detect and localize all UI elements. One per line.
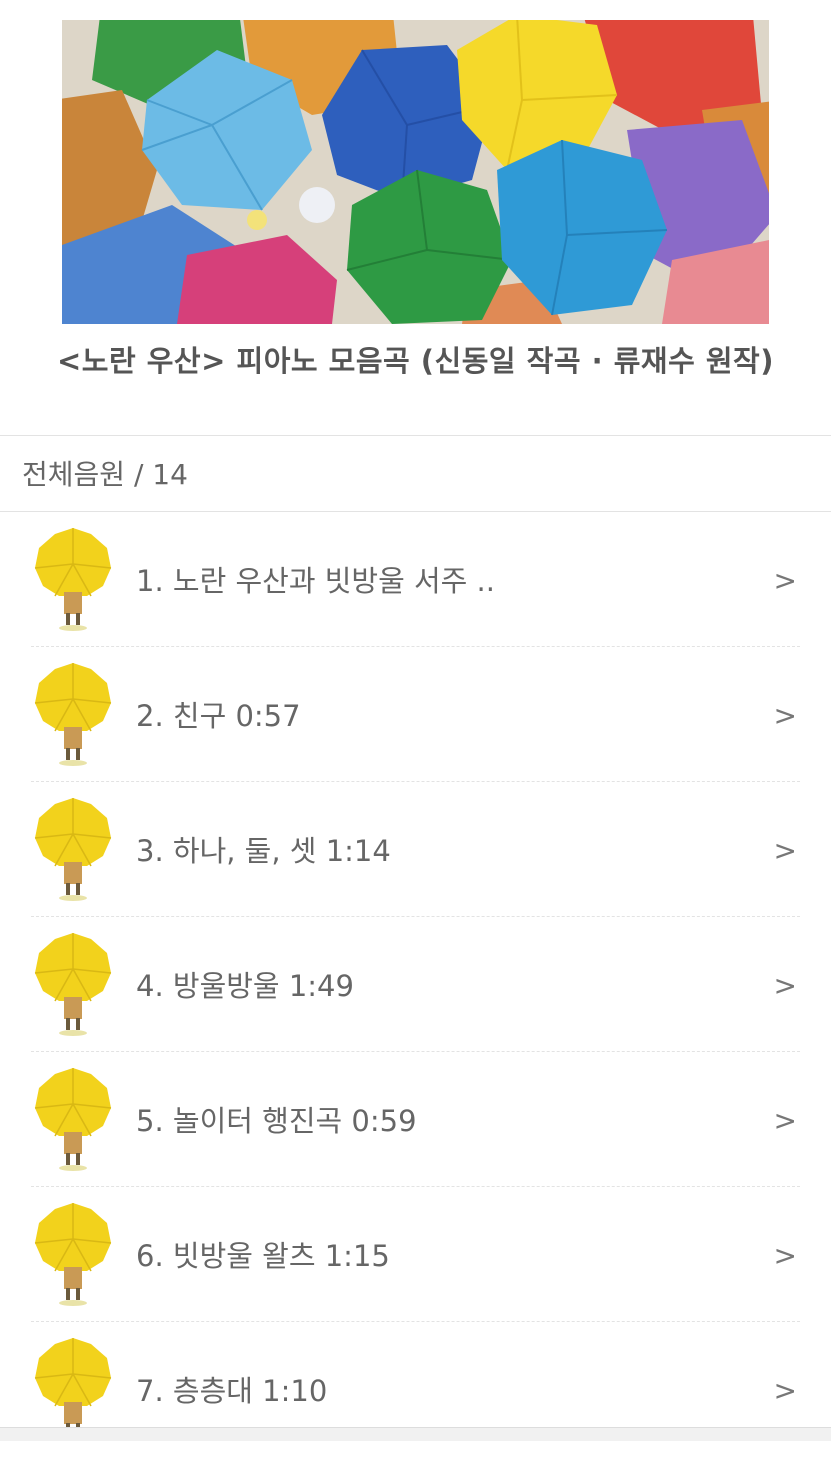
yellow-umbrella-icon xyxy=(31,524,115,634)
track-title: 6. 빗방울 왈츠 1:15 xyxy=(136,1239,390,1273)
yellow-umbrella-icon xyxy=(31,659,115,769)
track-row[interactable]: 4. 방울방울 1:49 > xyxy=(0,917,831,1052)
chevron-right-icon: > xyxy=(773,1239,797,1272)
chevron-right-icon: > xyxy=(773,564,797,597)
yellow-umbrella-icon xyxy=(31,929,115,1039)
chevron-right-icon: > xyxy=(773,1104,797,1137)
yellow-umbrella-icon xyxy=(31,794,115,904)
chevron-right-icon: > xyxy=(773,699,797,732)
track-title: 5. 놀이터 행진곡 0:59 xyxy=(136,1104,417,1138)
track-title: 2. 친구 0:57 xyxy=(136,699,301,733)
chevron-right-icon: > xyxy=(773,834,797,867)
track-row[interactable]: 2. 친구 0:57 > xyxy=(0,647,831,782)
bottom-toolbar-edge xyxy=(0,1427,831,1441)
track-count-header: 전체음원 / 14 xyxy=(22,458,188,491)
track-row[interactable]: 1. 노란 우산과 빗방울 서주 .. > xyxy=(0,512,831,647)
yellow-umbrella-icon xyxy=(31,1199,115,1309)
yellow-umbrella-icon xyxy=(31,1064,115,1174)
track-title: 4. 방울방울 1:49 xyxy=(136,969,354,1003)
divider xyxy=(0,435,831,436)
track-row[interactable]: 3. 하나, 둘, 셋 1:14 > xyxy=(0,782,831,917)
track-title: 7. 층층대 1:10 xyxy=(136,1374,328,1408)
chevron-right-icon: > xyxy=(773,1374,797,1407)
track-row[interactable]: 5. 놀이터 행진곡 0:59 > xyxy=(0,1052,831,1187)
album-title: <노란 우산> 피아노 모음곡 (신동일 작곡 · 류재수 원작) xyxy=(57,344,774,378)
track-row[interactable]: 6. 빗방울 왈츠 1:15 > xyxy=(0,1187,831,1322)
chevron-right-icon: > xyxy=(773,969,797,1002)
track-title: 3. 하나, 둘, 셋 1:14 xyxy=(136,834,391,868)
track-list: 1. 노란 우산과 빗방울 서주 .. > 2. 친구 0:57 > 3. 하나… xyxy=(0,512,831,1457)
track-title: 1. 노란 우산과 빗방울 서주 .. xyxy=(136,564,495,598)
album-banner-image xyxy=(62,20,769,324)
